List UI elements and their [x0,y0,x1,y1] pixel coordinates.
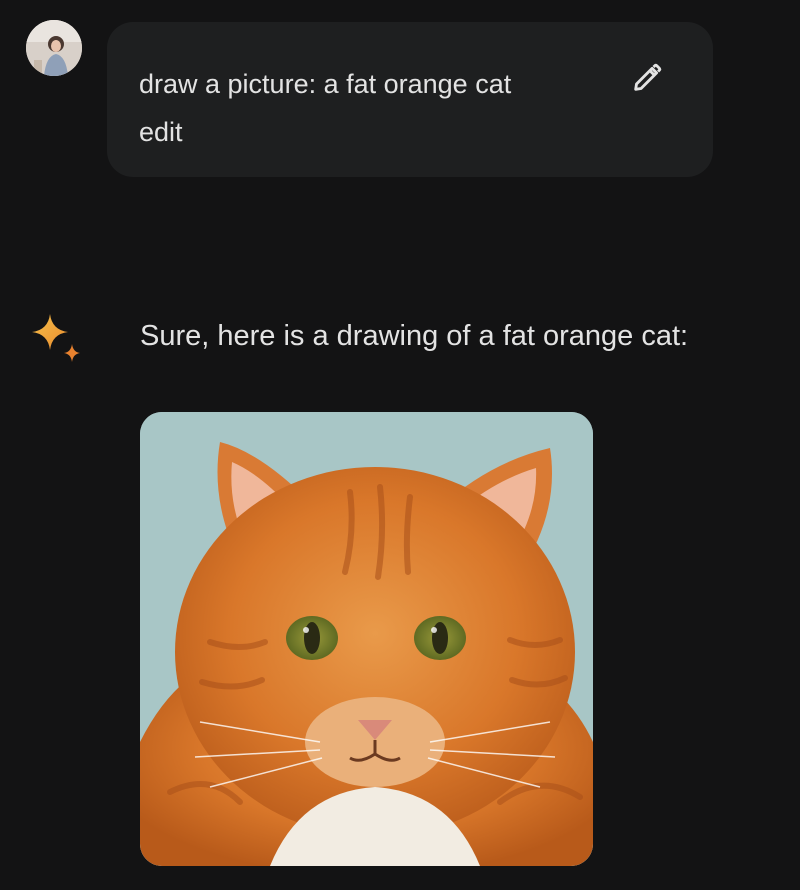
edit-prompt-button[interactable] [625,56,669,100]
generated-cat-image[interactable] [140,412,593,866]
sparkle-icon [30,312,86,368]
cat-illustration [140,412,593,866]
edit-link[interactable]: edit [139,117,183,147]
avatar-image [26,20,82,76]
user-prompt-bubble: draw a picture: a fat orange cat edit [107,22,713,177]
assistant-response-text: Sure, here is a drawing of a fat orange … [140,320,689,352]
user-prompt-message: draw a picture: a fat orange cat [139,69,512,99]
pencil-icon [634,63,662,91]
user-prompt-text: draw a picture: a fat orange cat edit [139,60,609,156]
user-avatar[interactable] [26,20,82,76]
